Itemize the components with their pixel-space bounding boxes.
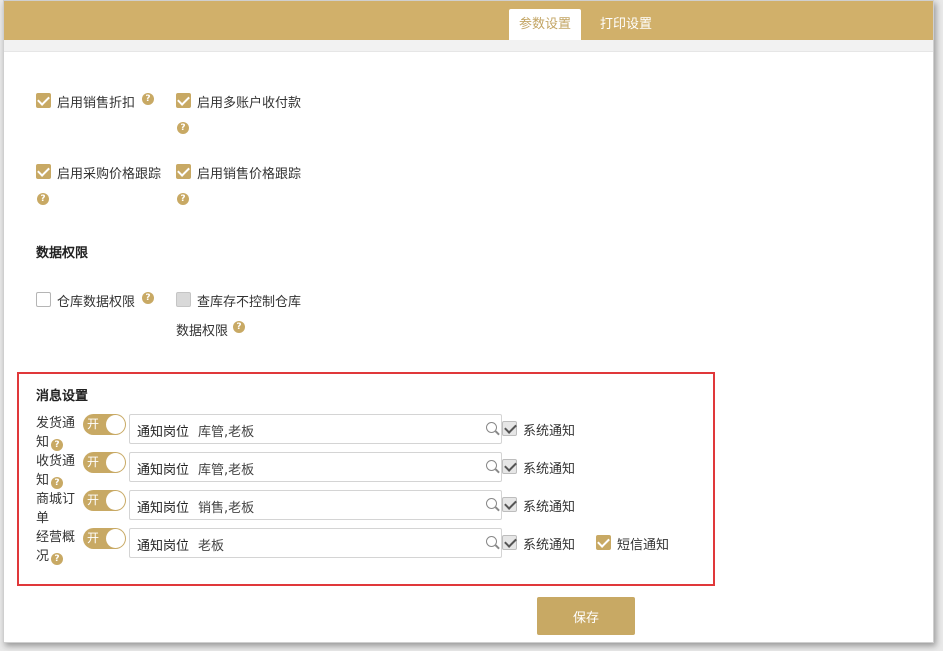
help-icon[interactable]: ? [142, 292, 154, 304]
search-icon[interactable] [486, 422, 497, 433]
stock-no-control-label-2: 数据权限 [176, 324, 229, 339]
multi-account-label: 启用多账户收付款 [197, 96, 302, 111]
help-icon[interactable]: ? [51, 439, 64, 451]
mall-order-system-notify-checkbox[interactable] [502, 497, 517, 512]
system-notify-label: 系统通知 [523, 462, 576, 477]
help-icon[interactable]: ? [51, 553, 64, 565]
help-icon[interactable]: ? [51, 477, 64, 489]
header-divider [4, 40, 933, 52]
shipping-notify-toggle[interactable]: 开 [83, 414, 126, 435]
system-notify-label: 系统通知 [523, 500, 576, 515]
stock-no-control-label: 查库存不控制仓库 [197, 295, 302, 310]
row-label-business-overview: 经营概 况? [36, 530, 76, 565]
search-icon[interactable] [486, 536, 497, 547]
purchase-price-track-label: 启用采购价格跟踪 [57, 167, 162, 182]
warehouse-permission-checkbox[interactable] [36, 292, 51, 307]
row-label-shipping: 发货通 知? [36, 416, 76, 451]
receiving-notify-field[interactable]: 通知岗位 库管,老板 [129, 452, 502, 482]
sales-price-track-checkbox[interactable] [176, 164, 191, 179]
receiving-notify-toggle[interactable]: 开 [83, 452, 126, 473]
sales-discount-label: 启用销售折扣 [57, 96, 136, 111]
tab-param-settings[interactable]: 参数设置 [509, 9, 582, 40]
help-icon[interactable]: ? [233, 321, 245, 333]
help-icon[interactable]: ? [37, 193, 49, 205]
business-overview-sms-notify-checkbox[interactable] [596, 535, 611, 550]
header-bar: 参数设置 打印设置 [4, 1, 933, 40]
system-notify-label: 系统通知 [523, 538, 576, 553]
mall-order-notify-field[interactable]: 通知岗位 销售,老板 [129, 490, 502, 520]
help-icon[interactable]: ? [177, 193, 189, 205]
row-label-mall-order: 商城订 单 [36, 492, 76, 526]
settings-window: 参数设置 打印设置 启用销售折扣 ? 启用多账户收付款 ? 启用采购价格跟踪 ?… [3, 0, 934, 643]
business-overview-notify-toggle[interactable]: 开 [83, 528, 126, 549]
data-permissions-title: 数据权限 [36, 246, 89, 261]
stock-no-control-checkbox[interactable] [176, 292, 191, 307]
purchase-price-track-checkbox[interactable] [36, 164, 51, 179]
message-settings-title: 消息设置 [36, 389, 89, 404]
search-icon[interactable] [486, 460, 497, 471]
tab-print-settings[interactable]: 打印设置 [590, 9, 662, 40]
search-icon[interactable] [486, 498, 497, 509]
row-label-receiving: 收货通 知? [36, 454, 76, 489]
multi-account-checkbox[interactable] [176, 93, 191, 108]
business-overview-system-notify-checkbox[interactable] [502, 535, 517, 550]
shipping-notify-field[interactable]: 通知岗位 库管,老板 [129, 414, 502, 444]
warehouse-permission-label: 仓库数据权限 [57, 295, 136, 310]
sms-notify-label: 短信通知 [617, 538, 670, 553]
help-icon[interactable]: ? [177, 122, 189, 134]
sales-discount-checkbox[interactable] [36, 93, 51, 108]
receiving-system-notify-checkbox[interactable] [502, 459, 517, 474]
shipping-system-notify-checkbox[interactable] [502, 421, 517, 436]
mall-order-notify-toggle[interactable]: 开 [83, 490, 126, 511]
business-overview-notify-field[interactable]: 通知岗位 老板 [129, 528, 502, 558]
save-button[interactable]: 保存 [537, 597, 635, 635]
help-icon[interactable]: ? [142, 93, 154, 105]
system-notify-label: 系统通知 [523, 424, 576, 439]
sales-price-track-label: 启用销售价格跟踪 [197, 167, 302, 182]
